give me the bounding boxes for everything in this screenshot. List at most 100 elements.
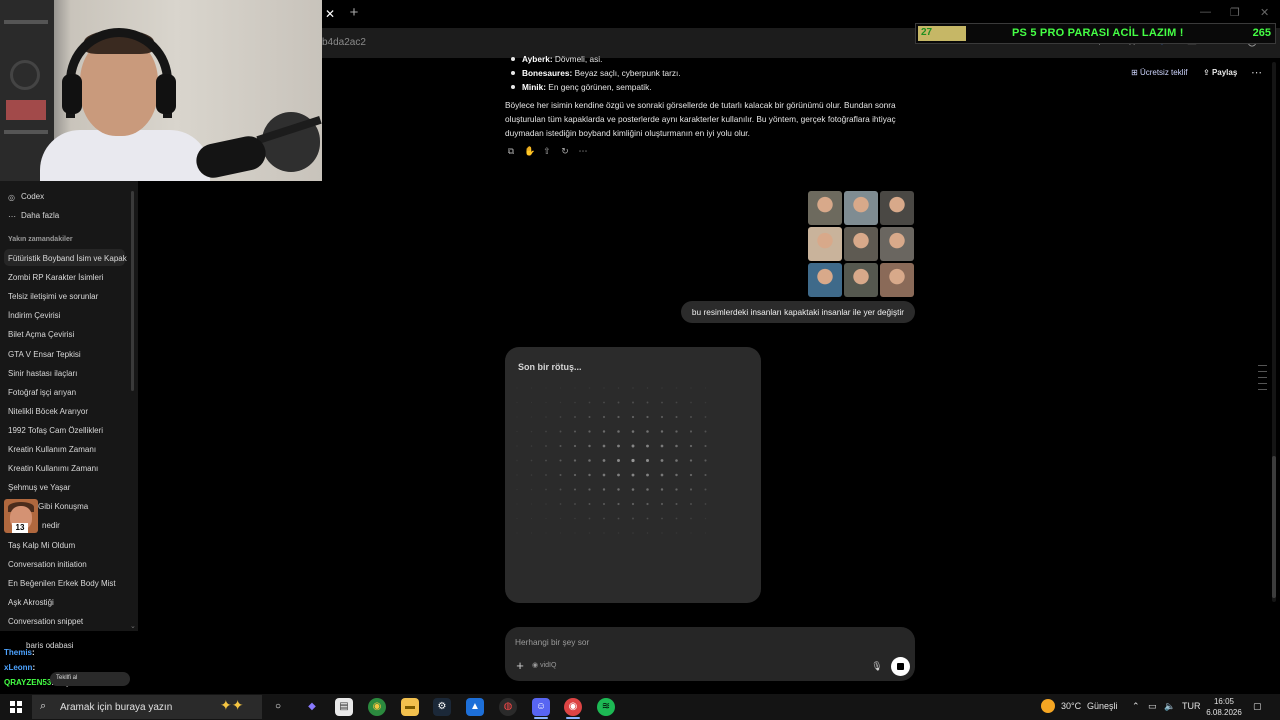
sidebar-item-recent[interactable]: Telsiz iletişimi ve sorunlar: [8, 292, 98, 301]
vidiq-icon: ◉: [532, 662, 539, 669]
prompt-input[interactable]: [515, 635, 855, 649]
character-name: Minik:: [522, 82, 546, 92]
discord-icon[interactable]: ☺: [532, 698, 550, 716]
offer-pill[interactable]: Tekllfi al: [50, 672, 130, 686]
store-icon[interactable]: ▤: [335, 698, 353, 716]
task-view-icon[interactable]: ○: [269, 698, 287, 716]
headphone-earcup-right: [156, 74, 176, 114]
weather-temp[interactable]: 30°C: [1061, 701, 1081, 711]
chat-avatar: 13: [4, 499, 38, 533]
network-icon[interactable]: ▭: [1148, 701, 1157, 712]
search-icon: ⌕: [40, 700, 47, 712]
obs-icon[interactable]: ◍: [499, 698, 517, 716]
uploaded-photo[interactable]: [880, 191, 914, 225]
chat-username: Themis: [4, 648, 33, 657]
tool-vidiq[interactable]: ◉ vidIQ: [532, 661, 556, 669]
sidebar-item-recent[interactable]: Bilet Açma Çevirisi: [8, 330, 74, 339]
sidebar-item-codex[interactable]: ◎ Codex: [8, 192, 44, 202]
sidebar-item-recent[interactable]: Sinir hastası ilaçları: [8, 369, 77, 378]
chrome-icon[interactable]: ◉: [368, 698, 386, 716]
thumbs-icon[interactable]: ✋: [524, 146, 535, 156]
sidebar-item-recent[interactable]: Kreatin Kullanım Zamanı: [8, 445, 96, 454]
uploaded-photo[interactable]: [844, 191, 878, 225]
taskbar-search[interactable]: ⌕ Aramak için buraya yazın ✦✦: [32, 695, 262, 719]
sidebar-item-recent[interactable]: Aşk Akrostiği: [8, 598, 54, 607]
free-offer-button[interactable]: ⊞ Ücretsiz teklif: [1131, 68, 1188, 77]
spotify-icon[interactable]: ≋: [597, 698, 615, 716]
uploaded-photo[interactable]: [808, 227, 842, 261]
conversation-outline[interactable]: [1258, 365, 1267, 395]
webcam-overlay: [0, 0, 322, 181]
clock[interactable]: 16:05 6.08.2026: [1203, 696, 1245, 718]
uploaded-photo[interactable]: [808, 263, 842, 297]
sidebar-item-recent[interactable]: Taş Kalp Mi Oldum: [8, 541, 75, 550]
character-item: Minik: En genç görünen, sempatik.: [505, 80, 915, 94]
sidebar-item-recent[interactable]: Nitelikli Böcek Ararıyor: [8, 407, 88, 416]
app-icon-1[interactable]: ◆: [303, 698, 321, 716]
scroll-down-chevron-icon[interactable]: ⌄: [130, 622, 136, 630]
language-indicator[interactable]: TUR: [1182, 701, 1201, 711]
sidebar-item-recent[interactable]: Fütüristik Boyband İsim ve Kapak: [8, 254, 127, 263]
goal-title: PS 5 PRO PARASI ACİL LAZIM !: [1012, 27, 1184, 39]
sidebar-item-recent[interactable]: Şehmuş ve Yaşar: [8, 483, 70, 492]
generation-status: Son bir rötuş...: [518, 362, 582, 372]
close-tab-icon[interactable]: ✕: [322, 6, 338, 22]
assistant-response: Ayberk: Dövmeli, asi. Bonesaures: Beyaz s…: [505, 52, 915, 140]
more-dots-icon: ⋯: [8, 212, 16, 221]
character-name: Ayberk:: [522, 54, 553, 64]
character-list: Ayberk: Dövmeli, asi. Bonesaures: Beyaz s…: [505, 52, 915, 94]
sidebar-item-recent[interactable]: Zombi RP Karakter İsimleri: [8, 273, 103, 282]
donation-goal-overlay: 27 PS 5 PRO PARASI ACİL LAZIM ! 265: [915, 23, 1276, 44]
sidebar-item-recent[interactable]: Gibi Konuşma: [38, 502, 88, 511]
app-icon-2[interactable]: ▲: [466, 698, 484, 716]
minimize-icon[interactable]: —: [1200, 6, 1211, 18]
sidebar-item-more[interactable]: ⋯ Daha fazla: [8, 211, 59, 221]
main-scrollbar[interactable]: [1272, 62, 1276, 602]
notifications-icon[interactable]: ▢: [1253, 701, 1262, 712]
steam-icon[interactable]: ⚙: [433, 698, 451, 716]
sidebar-item-recent[interactable]: 1992 Tofaş Cam Özellikleri: [8, 426, 103, 435]
uploaded-photo[interactable]: [880, 263, 914, 297]
uploaded-images-grid[interactable]: [808, 191, 915, 298]
window-close-icon[interactable]: ✕: [1260, 6, 1269, 19]
share-button[interactable]: ⇪ Paylaş: [1203, 68, 1237, 77]
character-item: Ayberk: Dövmeli, asi.: [505, 52, 915, 66]
character-item: Bonesaures: Beyaz saçlı, cyberpunk tarzı…: [505, 66, 915, 80]
more-response-icon[interactable]: ⋯: [578, 146, 588, 156]
more-options-icon[interactable]: ⋯: [1251, 66, 1263, 79]
windows-start-icon[interactable]: [10, 701, 22, 713]
new-tab-icon[interactable]: +: [346, 5, 362, 21]
weather-desc[interactable]: Güneşli: [1087, 701, 1118, 711]
sidebar-item-recent[interactable]: nedir: [42, 521, 60, 530]
sidebar-item-recent[interactable]: GTA V Ensar Tepkisi: [8, 350, 81, 359]
maximize-icon[interactable]: ❐: [1230, 6, 1240, 19]
tray-chevron-icon[interactable]: ⌃: [1132, 701, 1140, 712]
share-response-icon[interactable]: ⇧: [542, 146, 552, 156]
image-generation-card: Son bir rötuş...: [505, 347, 761, 603]
generation-placeholder-dots: [516, 387, 707, 534]
url-text: b4da2ac2: [322, 37, 366, 48]
file-explorer-icon[interactable]: ▬: [401, 698, 419, 716]
person-shirt: [40, 130, 210, 181]
uploaded-photo[interactable]: [844, 227, 878, 261]
sidebar-item-recent[interactable]: İndirim Çevirisi: [8, 311, 60, 320]
regenerate-icon[interactable]: ↻: [560, 146, 570, 156]
sidebar-item-recent[interactable]: Kreatin Kullanımı Zamanı: [8, 464, 98, 473]
stop-generation-button[interactable]: [891, 657, 910, 676]
add-attachment-icon[interactable]: +: [514, 659, 526, 672]
sidebar-item-recent[interactable]: Conversation snippet: [8, 617, 83, 626]
character-desc: En genç görünen, sempatik.: [548, 82, 652, 92]
microphone-icon[interactable]: 🎙: [871, 660, 883, 672]
sidebar-item-recent[interactable]: Fotoğraf işçi arıyan: [8, 388, 76, 397]
chrome-alt-icon[interactable]: ◉: [564, 698, 582, 716]
copy-icon[interactable]: ⧉: [506, 146, 516, 156]
volume-icon[interactable]: 🔈: [1164, 701, 1175, 712]
uploaded-photo[interactable]: [880, 227, 914, 261]
sidebar-item-recent[interactable]: Conversation initiation: [8, 560, 87, 569]
uploaded-photo[interactable]: [808, 191, 842, 225]
search-highlight-icon: ✦✦: [220, 697, 244, 713]
sidebar-item-recent[interactable]: En Beğenilen Erkek Body Mist: [8, 579, 116, 588]
uploaded-photo[interactable]: [844, 263, 878, 297]
weather-sun-icon[interactable]: [1041, 699, 1055, 713]
sidebar-scrollbar[interactable]: [131, 191, 134, 391]
